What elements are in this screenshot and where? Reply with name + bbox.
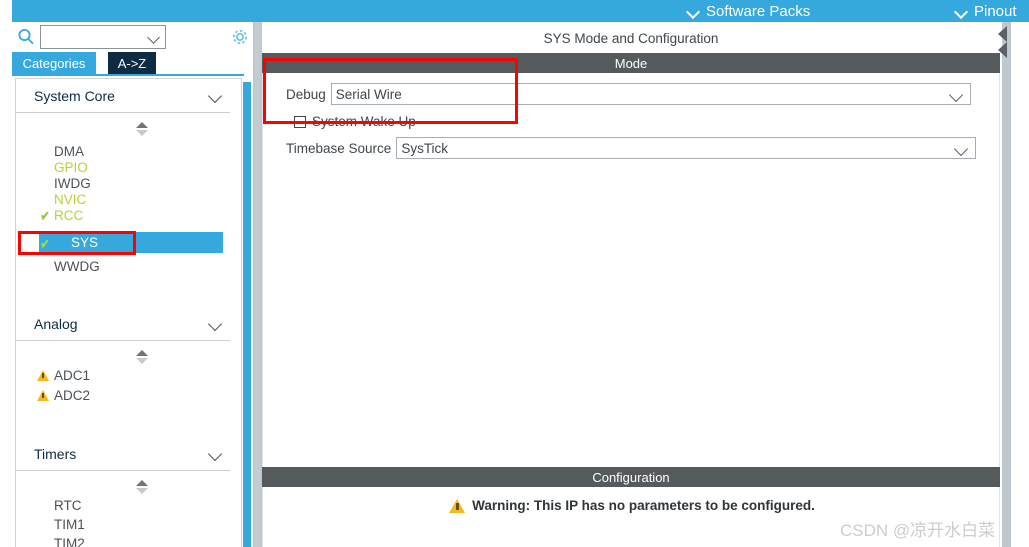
list-item[interactable]: TIM1 [16, 516, 223, 532]
chevron-down-icon [208, 317, 222, 331]
list-item[interactable]: IWDG [16, 175, 223, 191]
group-title: System Core [34, 87, 115, 104]
mode-section-label: Mode [614, 55, 648, 71]
group-title: Analog [34, 315, 78, 332]
pinout-menu[interactable]: Pinout [955, 0, 1017, 22]
chevron-down-icon[interactable] [944, 84, 970, 104]
scroll-spinner-icon[interactable] [136, 350, 149, 364]
list-item-label: TIM1 [54, 516, 85, 532]
list-item-label: IWDG [54, 175, 91, 191]
group-header-analog[interactable]: Analog [16, 307, 230, 341]
check-icon [38, 235, 52, 251]
configuration-section-header: Configuration [262, 467, 1000, 487]
timebase-dropdown[interactable]: SysTick [396, 137, 977, 159]
list-item[interactable]: RCC [16, 207, 223, 223]
scroll-spinner-icon[interactable] [136, 480, 149, 494]
right-panel-edge [1002, 22, 1011, 547]
warning-triangle-icon [36, 387, 50, 403]
warning-triangle-icon [36, 367, 50, 383]
list-item-label: ADC2 [54, 387, 91, 403]
list-item-label: NVIC [54, 191, 87, 207]
software-packs-label: Software Packs [706, 2, 811, 20]
list-item-sys[interactable]: SYS [39, 232, 223, 253]
search-input[interactable] [40, 25, 166, 49]
left-list-scrollbar-thumb[interactable] [243, 82, 251, 547]
check-icon [38, 207, 52, 223]
category-tabs: Categories A->Z [12, 52, 256, 74]
tab-a-to-z[interactable]: A->Z [108, 52, 156, 74]
gear-icon[interactable] [230, 27, 250, 47]
top-toolbar: Software Packs Pinout [12, 0, 1029, 22]
search-icon[interactable] [17, 28, 35, 46]
tab-categories-label: Categories [22, 55, 86, 71]
debug-dropdown-value: Serial Wire [335, 86, 402, 102]
tab-a-to-z-label: A->Z [117, 55, 147, 71]
tabs-underline [12, 74, 244, 76]
chevron-down-icon [208, 447, 222, 461]
debug-field-row: Debug Serial Wire [286, 83, 971, 105]
list-item-label: GPIO [54, 159, 88, 175]
pinout-label: Pinout [974, 2, 1017, 20]
debug-label: Debug [286, 86, 326, 102]
group-header-system-core[interactable]: System Core [16, 79, 230, 113]
chevron-down-icon [687, 5, 699, 17]
list-item[interactable]: DMA [16, 143, 223, 159]
app-window: Software Packs Pinout Categories A->Z Sy… [0, 0, 1029, 547]
list-item-label: WWDG [54, 258, 100, 274]
system-wake-up-checkbox[interactable] [294, 115, 306, 128]
system-wake-up-label: System Wake Up [312, 114, 416, 129]
debug-dropdown[interactable]: Serial Wire [330, 83, 971, 105]
tab-categories[interactable]: Categories [12, 52, 96, 74]
list-item[interactable]: ADC2 [16, 387, 223, 403]
warning-triangle-icon [449, 498, 466, 513]
list-item[interactable]: TIM2 [16, 535, 223, 547]
software-packs-menu[interactable]: Software Packs [687, 0, 810, 22]
mode-section-body: Debug Serial Wire System Wake Up Timebas… [262, 73, 1000, 467]
list-item[interactable]: NVIC [16, 191, 223, 207]
group-header-timers[interactable]: Timers [16, 437, 230, 471]
system-wake-up-row[interactable]: System Wake Up [294, 114, 416, 129]
page-title: SYS Mode and Configuration [262, 28, 1000, 48]
timebase-label: Timebase Source [286, 140, 392, 156]
watermark: CSDN @凉开水白菜 [840, 521, 996, 540]
mode-section-header: Mode [262, 53, 1000, 73]
chevron-down-icon [208, 89, 222, 103]
chevron-down-icon[interactable] [145, 26, 165, 48]
list-item-label: RTC [54, 497, 82, 513]
configuration-warning-text: Warning: This IP has no parameters to be… [472, 498, 815, 513]
list-item-label: DMA [54, 143, 84, 159]
peripheral-list[interactable]: System Core DMA GPIO IWDG NVIC RCC SYS W… [15, 78, 242, 547]
page-title-text: SYS Mode and Configuration [543, 30, 719, 46]
search-row [12, 24, 256, 50]
group-title: Timers [34, 445, 77, 462]
list-item-label: RCC [54, 207, 84, 223]
list-item[interactable]: GPIO [16, 159, 223, 175]
list-item-label: ADC1 [54, 367, 91, 383]
configuration-section-label: Configuration [592, 469, 670, 485]
timebase-field-row: Timebase Source SysTick [286, 137, 977, 159]
list-item[interactable]: ADC1 [16, 367, 223, 383]
list-item[interactable]: WWDG [16, 258, 223, 274]
list-item-label: TIM2 [54, 535, 85, 547]
list-item-label: SYS [71, 235, 99, 250]
timebase-dropdown-value: SysTick [401, 140, 449, 156]
panel-splitter-inner [255, 22, 260, 547]
list-item[interactable]: RTC [16, 497, 223, 513]
configuration-warning: Warning: This IP has no parameters to be… [263, 498, 1001, 513]
scroll-spinner-icon[interactable] [136, 122, 149, 136]
chevron-down-icon[interactable] [949, 138, 975, 158]
chevron-down-icon [955, 5, 967, 17]
